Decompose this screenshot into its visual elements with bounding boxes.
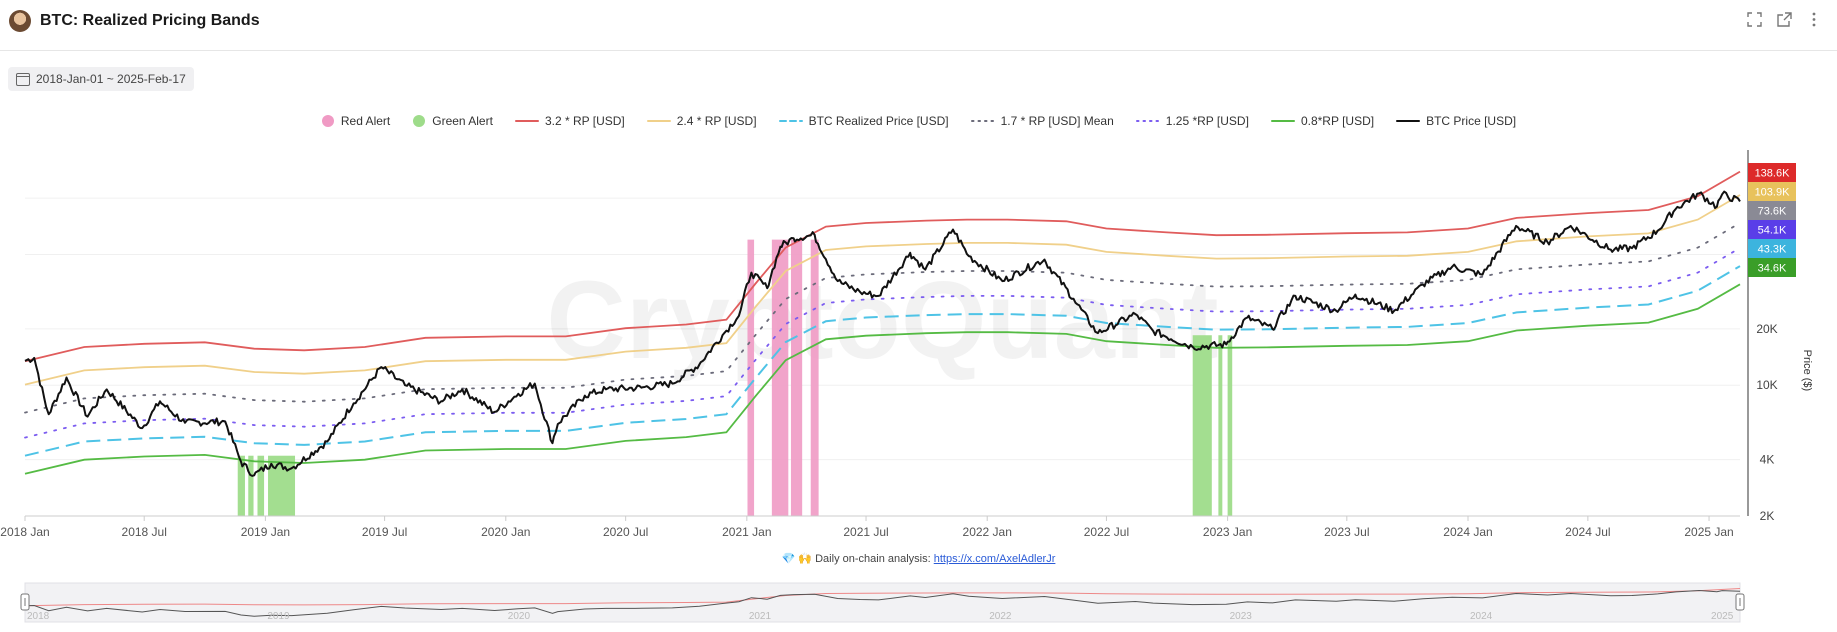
- navigator-label: 2021: [749, 611, 772, 622]
- legend-item-green-alert[interactable]: Green Alert: [412, 114, 493, 128]
- x-tick-label: 2018 Jul: [122, 525, 167, 539]
- latest-value-label: 138.6K: [1755, 168, 1791, 180]
- footnote-prefix: 💎 🙌 Daily on-chain analysis:: [781, 553, 934, 565]
- navigator-label: 2025: [1711, 611, 1734, 622]
- legend-label: 3.2 * RP [USD]: [544, 114, 625, 128]
- x-tick-label: 2018 Jan: [0, 525, 49, 539]
- legend-item-rp-1-25[interactable]: 1.25 *RP [USD]: [1135, 114, 1249, 128]
- date-range-picker[interactable]: 2018-Jan-01 ~ 2025-Feb-17: [8, 67, 194, 91]
- x-tick-label: 2021 Jul: [843, 525, 888, 539]
- navigator-label: 2022: [989, 611, 1012, 622]
- y-tick-label: 2K: [1760, 509, 1775, 523]
- legend-swatch: [1270, 120, 1295, 122]
- red-alert-bar: [771, 239, 789, 517]
- latest-value-label: 34.6K: [1758, 263, 1787, 275]
- x-tick-label: 2022 Jul: [1084, 525, 1129, 539]
- latest-value-label: 73.6K: [1758, 206, 1787, 218]
- legend-label: 1.25 *RP [USD]: [1165, 114, 1249, 128]
- chart-title: BTC: Realized Pricing Bands: [40, 12, 260, 29]
- legend-item-rp-2-4[interactable]: 2.4 * RP [USD]: [646, 114, 757, 128]
- latest-value-label: 43.3K: [1758, 244, 1787, 256]
- x-tick-label: 2024 Jul: [1565, 525, 1610, 539]
- red-alert-bar: [790, 239, 803, 517]
- x-tick-label: 2025 Jan: [1684, 525, 1733, 539]
- legend-label: Green Alert: [432, 114, 493, 128]
- navigator-label: 2024: [1470, 611, 1493, 622]
- latest-value-label: 54.1K: [1758, 225, 1787, 237]
- x-tick-label: 2023 Jul: [1324, 525, 1369, 539]
- legend-item-red-alert[interactable]: Red Alert: [321, 114, 390, 128]
- green-alert-bar: [248, 455, 254, 516]
- chart-legend: Red Alert Green Alert 3.2 * RP [USD] 2.4 * …: [0, 114, 1837, 128]
- chart-header: BTC: Realized Pricing Bands: [0, 0, 1837, 51]
- legend-label: 2.4 * RP [USD]: [676, 114, 757, 128]
- x-tick-label: 2020 Jan: [481, 525, 530, 539]
- legend-label: BTC Realized Price [USD]: [808, 114, 949, 128]
- legend-swatch: [321, 115, 334, 127]
- legend-item-rp-1-7[interactable]: 1.7 * RP [USD] Mean: [970, 114, 1114, 128]
- legend-label: Red Alert: [340, 114, 391, 128]
- green-alert-bar: [1218, 335, 1223, 516]
- x-tick-label: 2021 Jan: [722, 525, 771, 539]
- navigator-label: 2023: [1230, 611, 1253, 622]
- legend-swatch: [413, 115, 426, 127]
- fullscreen-icon[interactable]: [1745, 12, 1763, 31]
- x-tick-label: 2022 Jan: [963, 525, 1012, 539]
- x-tick-label: 2019 Jul: [362, 525, 407, 539]
- green-alert-bar: [257, 455, 265, 516]
- calendar-icon: [16, 72, 30, 86]
- navigator-label: 2018: [27, 611, 50, 622]
- legend-item-price[interactable]: BTC Price [USD]: [1396, 114, 1516, 128]
- legend-item-realized[interactable]: BTC Realized Price [USD]: [778, 114, 949, 128]
- legend-swatch: [778, 120, 803, 122]
- x-tick-label: 2020 Jul: [603, 525, 648, 539]
- legend-label: 1.7 * RP [USD] Mean: [1000, 114, 1114, 128]
- date-range-text: 2018-Jan-01 ~ 2025-Feb-17: [36, 72, 186, 86]
- x-tick-label: 2024 Jan: [1443, 525, 1492, 539]
- navigator-label: 2020: [508, 611, 531, 622]
- y-tick-label: 10K: [1756, 378, 1777, 392]
- author-avatar: [9, 10, 31, 32]
- more-vertical-icon[interactable]: [1805, 12, 1823, 31]
- footnote-link[interactable]: https://x.com/AxelAdlerJr: [934, 553, 1056, 565]
- legend-swatch: [514, 120, 539, 122]
- chart-plot: CryptoQuant 2018 Jan 2018 Jul 2019 Jan 2019 …: [0, 150, 1813, 539]
- legend-label: BTC Price [USD]: [1426, 114, 1517, 128]
- legend-swatch: [1135, 120, 1160, 122]
- x-tick-label: 2023 Jan: [1203, 525, 1252, 539]
- footnote: 💎 🙌 Daily on-chain analysis: https://x.c…: [0, 552, 1837, 565]
- y-tick-label: 20K: [1756, 322, 1777, 336]
- header-actions: [1745, 12, 1823, 31]
- red-alert-bar: [810, 239, 819, 517]
- y-tick-label: 4K: [1760, 453, 1775, 467]
- range-navigator[interactable]: 2018 2019 2020 2021 2022 2023 2024 2025: [0, 580, 1837, 630]
- legend-label: 0.8*RP [USD]: [1300, 114, 1375, 128]
- latest-value-label: 103.9K: [1755, 187, 1791, 199]
- y-axis-title: Price ($): [1801, 350, 1813, 392]
- navigator-label: 2019: [267, 611, 290, 622]
- x-tick-label: 2019 Jan: [241, 525, 290, 539]
- legend-item-rp-3-2[interactable]: 3.2 * RP [USD]: [514, 114, 625, 128]
- green-alert-bar: [1192, 335, 1212, 516]
- legend-item-rp-0-8[interactable]: 0.8*RP [USD]: [1270, 114, 1375, 128]
- legend-swatch: [1396, 120, 1421, 122]
- legend-swatch: [646, 120, 671, 122]
- green-alert-bar: [1227, 335, 1233, 516]
- legend-swatch: [970, 120, 995, 122]
- external-link-icon[interactable]: [1775, 12, 1793, 31]
- watermark-text: CryptoQuant: [546, 259, 1218, 382]
